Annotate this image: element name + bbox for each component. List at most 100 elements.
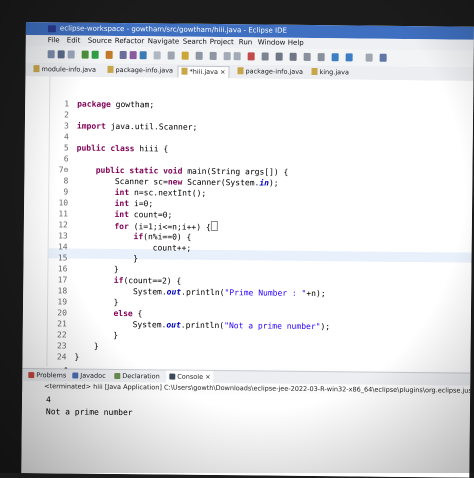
java-perspective-icon[interactable] — [379, 53, 387, 62]
tab-label: Declaration — [122, 372, 160, 381]
line-number: 17 — [57, 275, 68, 285]
tab-label: Problems — [36, 371, 67, 380]
string-literal: "Not a prime number" — [224, 321, 321, 332]
static-field: in — [259, 178, 270, 188]
menu-window[interactable]: Window — [258, 37, 286, 48]
line-number: 24 — [56, 352, 67, 362]
keyword: int — [114, 209, 130, 220]
tab-label: package-info.java — [245, 67, 304, 76]
keyword: new — [167, 177, 183, 187]
perspective-icon[interactable] — [365, 53, 373, 62]
last-edit-icon[interactable] — [317, 53, 325, 62]
line-number: 12 — [58, 220, 68, 230]
line-number: 20 — [57, 308, 68, 318]
line-number: 8 — [63, 176, 69, 186]
forward-icon[interactable] — [233, 52, 241, 61]
code-text: else { — [113, 308, 143, 319]
keyword: public static void — [95, 165, 183, 176]
code-text: } — [74, 352, 80, 362]
debug-icon[interactable] — [81, 50, 89, 59]
tab-module-info[interactable]: module-info.java — [33, 64, 96, 76]
menu-file[interactable]: File — [48, 35, 60, 46]
menu-source[interactable]: Source — [88, 36, 112, 47]
code-text: package gowtham; — [77, 99, 155, 110]
line-number: 1 — [64, 99, 70, 109]
menu-edit[interactable]: Edit — [67, 35, 81, 46]
menu-run[interactable]: Run — [239, 37, 253, 48]
save-icon[interactable] — [57, 50, 65, 59]
annotation-icon[interactable] — [181, 51, 189, 60]
save-all-icon[interactable] — [67, 50, 75, 59]
line-number: 18 — [57, 286, 68, 296]
eclipse-app-icon — [47, 25, 56, 33]
static-field: out — [166, 287, 182, 297]
line-number: 7⊖ — [58, 165, 69, 175]
line-number: 9 — [63, 187, 69, 197]
tab-label: Console × — [177, 372, 211, 381]
previous-annotation-icon[interactable] — [209, 51, 217, 60]
tab-label: Javadoc — [80, 371, 106, 380]
console-line: Not a prime number — [45, 407, 133, 418]
tab-package-info[interactable]: package-info.java — [107, 65, 173, 77]
line-number: 6 — [63, 154, 69, 164]
tab-javadoc[interactable]: Javadoc — [72, 370, 106, 382]
menu-search[interactable]: Search — [183, 37, 207, 48]
keyword: if — [113, 275, 124, 286]
external-tools-icon[interactable] — [105, 50, 113, 59]
open-type-icon[interactable] — [153, 51, 161, 60]
keyword: else — [113, 308, 133, 319]
java-file-icon — [33, 65, 40, 73]
tab-problems[interactable]: Problems — [28, 369, 66, 381]
code-text: } — [75, 297, 119, 307]
line-number: 22 — [57, 330, 67, 340]
run-icon[interactable] — [91, 50, 99, 59]
line-number: 2 — [64, 110, 70, 120]
next-annotation-icon[interactable] — [195, 51, 203, 60]
navigate-forward-icon[interactable] — [345, 53, 353, 62]
string-literal: "Prime Number : " — [224, 288, 307, 298]
menu-help[interactable]: Help — [288, 38, 304, 49]
pin-icon[interactable] — [261, 52, 269, 61]
keyword: import — [76, 121, 106, 131]
new-class-icon[interactable] — [139, 51, 147, 60]
code-editor[interactable]: 1 package gowtham; 2 3 import java.util.Sc… — [22, 75, 474, 371]
error-marker-icon[interactable] — [247, 52, 255, 61]
line-number: 19 — [57, 297, 68, 307]
code-text: int i=0; — [114, 198, 154, 209]
line-number: 13 — [58, 231, 68, 241]
line-number: 10 — [58, 198, 69, 208]
java-file-icon — [107, 65, 114, 73]
line-number: 21 — [57, 319, 67, 329]
new-icon[interactable] — [47, 50, 55, 59]
new-java-project-icon[interactable] — [119, 50, 127, 60]
java-file-icon — [311, 67, 318, 76]
search-icon[interactable] — [167, 51, 175, 60]
tab-king[interactable]: king.java — [311, 67, 349, 78]
keyword: package — [77, 99, 111, 109]
tab-console[interactable]: Console × — [166, 370, 214, 383]
menu-navigate[interactable]: Navigate — [148, 36, 180, 47]
line-number: 14 — [57, 242, 68, 252]
line-number: 11 — [58, 209, 69, 219]
new-package-icon[interactable] — [129, 51, 137, 60]
code-text: } — [75, 253, 139, 264]
javadoc-icon — [72, 372, 79, 379]
tab-package-info-2[interactable]: package-info.java — [237, 66, 303, 78]
code-text: } — [74, 330, 119, 340]
tab-label: package-info.java — [115, 65, 174, 75]
declaration-icon — [114, 372, 121, 380]
java-file-icon — [237, 67, 244, 75]
tab-declaration[interactable]: Declaration — [114, 370, 160, 382]
navigate-back-icon[interactable] — [331, 53, 339, 62]
console-line: 4 — [45, 395, 51, 405]
tab-hiii[interactable]: *hiii.java × — [177, 65, 230, 79]
toggle-mark-icon[interactable] — [275, 52, 283, 61]
show-whitespace-icon[interactable] — [303, 52, 311, 61]
console-output[interactable]: 4 Not a prime number — [21, 391, 471, 478]
back-icon[interactable] — [223, 52, 231, 61]
menu-refactor[interactable]: Refactor — [115, 36, 144, 47]
keyword: if — [133, 232, 144, 242]
menu-project[interactable]: Project — [210, 37, 234, 48]
block-selection-icon[interactable] — [289, 52, 297, 61]
problems-icon — [28, 372, 35, 379]
